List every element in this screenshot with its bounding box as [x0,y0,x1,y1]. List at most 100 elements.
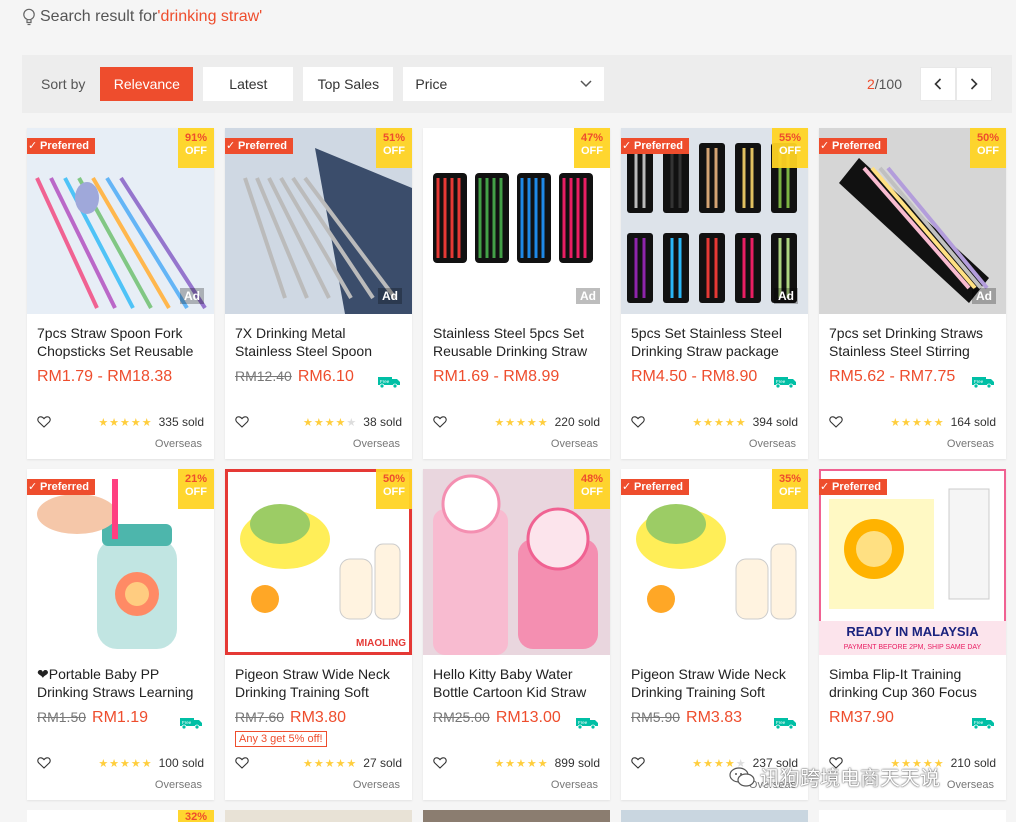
product-name[interactable]: 7pcs set Drinking Straws Stainless Steel… [829,324,996,360]
ship-location: Overseas [748,438,796,450]
product-name[interactable]: 5pcs Set Stainless Steel Drinking Straw … [631,324,798,360]
product-info: 7pcs set Drinking Straws Stainless Steel… [819,314,1006,459]
product-card[interactable]: ✓ Preferred 35% OFF Pigeon Straw Wide Neck … [621,469,808,800]
product-card[interactable]: ✓ Preferred 55% OFF Ad 5pcs Set Stainless St… [621,128,808,459]
discount-percent: 48% [580,473,604,485]
product-card[interactable]: ✓ Preferred 51% OFF Ad 7X Drinking Metal Sta… [225,128,412,459]
svg-text:Free: Free [182,720,192,725]
product-name[interactable]: 7X Drinking Metal Stainless Steel Spoon … [235,324,402,360]
product-image-wrap[interactable]: 48% OFF [423,469,610,655]
product-card[interactable]: 50% OFF MIAOLING Pigeon Straw Wide Neck Dr… [225,469,412,800]
discount-badge: 91% OFF [178,128,214,168]
product-card[interactable]: ✓ Preferred 91% OFF Ad 7pcs Straw Spoon Fork… [27,128,214,459]
discount-percent: 21% [184,473,208,485]
lightbulb-icon [23,8,35,26]
heart-icon[interactable] [37,756,51,770]
discount-percent: 50% [382,473,406,485]
discount-off-label: OFF [581,486,603,498]
price-row: RM1.69 - RM8.99 [433,368,600,386]
product-image-wrap[interactable]: ✓ Preferred 91% OFF Ad [27,128,214,314]
product-image-wrap[interactable]: ✓ Preferred 51% OFF Ad [225,128,412,314]
heart-icon[interactable] [631,415,645,429]
heart-icon[interactable] [37,415,51,429]
check-icon: ✓ [28,140,38,152]
svg-text:Free: Free [974,720,984,725]
sort-latest-button[interactable]: Latest [203,67,294,101]
discount-off-label: OFF [581,145,603,157]
search-result-heading: Search result for 'drinking straw' [22,8,262,26]
current-price: RM13.00 [495,709,561,726]
search-keyword: 'drinking straw' [157,8,263,25]
sold-count: 27 sold [363,756,402,770]
heart-icon[interactable] [631,756,645,770]
preferred-badge: ✓ Preferred [819,138,887,154]
star-rating: ★★★★★ [494,757,549,770]
product-image-wrap[interactable]: 47% OFF Ad [423,128,610,314]
original-price: RM7.60 [235,709,285,725]
sold-count: 210 sold [950,756,996,770]
product-image-wrap[interactable]: ✓ Preferred 55% OFF Ad [621,128,808,314]
product-name[interactable]: Simba Flip-It Training drinking Cup 360 … [829,665,996,701]
current-price: RM37.90 [829,709,894,726]
product-image-wrap[interactable]: ✓ Preferred 21% OFF [27,469,214,655]
product-info: Pigeon Straw Wide Neck Drinking Training… [225,655,412,800]
product-card[interactable]: ✓ Preferred 50% OFF Ad 7pcs set Drinking Str… [819,128,1006,459]
product-card-partial[interactable]: 32% [27,810,214,822]
product-name[interactable]: Pigeon Straw Wide Neck Drinking Training… [631,665,798,701]
discount-percent: 35% [778,473,802,485]
product-card-partial[interactable] [621,810,808,822]
sort-relevance-button[interactable]: Relevance [100,67,194,101]
heart-icon[interactable] [235,415,249,429]
product-card[interactable]: 48% OFF Hello Kitty Baby Water Bottle Car… [423,469,610,800]
product-image-wrap[interactable]: ✓ Preferred READY IN MALAYSIA PAYMENT BEFOR… [819,469,1006,655]
discount-percent: 91% [184,132,208,144]
prev-page-button[interactable] [920,67,956,101]
star-rating: ★★★★★ [890,416,945,429]
product-name[interactable]: Stainless Steel 5pcs Set Reusable Drinki… [433,324,600,360]
current-price: RM3.83 [686,709,743,726]
chevron-right-icon [970,78,978,90]
product-image-wrap[interactable]: ✓ Preferred 50% OFF Ad [819,128,1006,314]
current-price: RM1.19 [92,709,149,726]
product-card-partial[interactable] [225,810,412,822]
price-row: RM5.62 - RM7.75 [829,368,996,386]
preferred-badge: ✓ Preferred [819,479,887,495]
price-row: RM1.79 - RM18.38 [37,368,204,386]
price-sort-select[interactable]: Price [403,67,605,101]
next-page-button[interactable] [956,67,992,101]
current-price: RM4.50 - RM8.90 [631,368,758,385]
free-shipping-icon: Free [180,718,202,729]
heart-icon[interactable] [433,415,447,429]
rating-row: ★★★★★ 27 sold [235,756,402,770]
discount-badge: 35% OFF [772,469,808,509]
discount-badge: 50% OFF [970,128,1006,168]
ship-location: Overseas [352,438,400,450]
check-icon: ✓ [820,481,830,493]
sold-count: 899 sold [554,756,600,770]
ship-location: Overseas [154,779,202,791]
product-name[interactable]: Hello Kitty Baby Water Bottle Cartoon Ki… [433,665,600,701]
discount-badge: 48% OFF [574,469,610,509]
product-image-wrap[interactable]: ✓ Preferred 35% OFF [621,469,808,655]
discount-percent: 47% [580,132,604,144]
check-icon: ✓ [622,481,632,493]
product-name[interactable]: 7pcs Straw Spoon Fork Chopsticks Set Reu… [37,324,204,360]
preferred-badge: ✓ Preferred [621,479,689,495]
heart-icon[interactable] [433,756,447,770]
product-image-wrap[interactable]: 50% OFF MIAOLING [225,469,412,655]
product-name[interactable]: Pigeon Straw Wide Neck Drinking Training… [235,665,402,701]
heart-icon[interactable] [829,415,843,429]
original-price: RM12.40 [235,368,292,384]
sold-count: 394 sold [752,415,798,429]
product-card[interactable]: 47% OFF Ad Stainless Steel 5pcs Set Reusab… [423,128,610,459]
sort-top-sales-button[interactable]: Top Sales [303,67,394,101]
svg-text:Free: Free [578,720,588,725]
heart-icon[interactable] [235,756,249,770]
product-card[interactable]: ✓ Preferred READY IN MALAYSIA PAYMENT BEFOR… [819,469,1006,800]
product-card-partial[interactable] [819,810,1006,822]
watermark: 讯狗跨境电商天天说 [728,762,940,791]
product-name[interactable]: ❤Portable Baby PP Drinking Straws Learni… [37,665,204,701]
product-card-partial[interactable] [423,810,610,822]
product-card[interactable]: ✓ Preferred 21% OFF ❤Portable Baby PP Drink… [27,469,214,800]
discount-percent: 55% [778,132,802,144]
